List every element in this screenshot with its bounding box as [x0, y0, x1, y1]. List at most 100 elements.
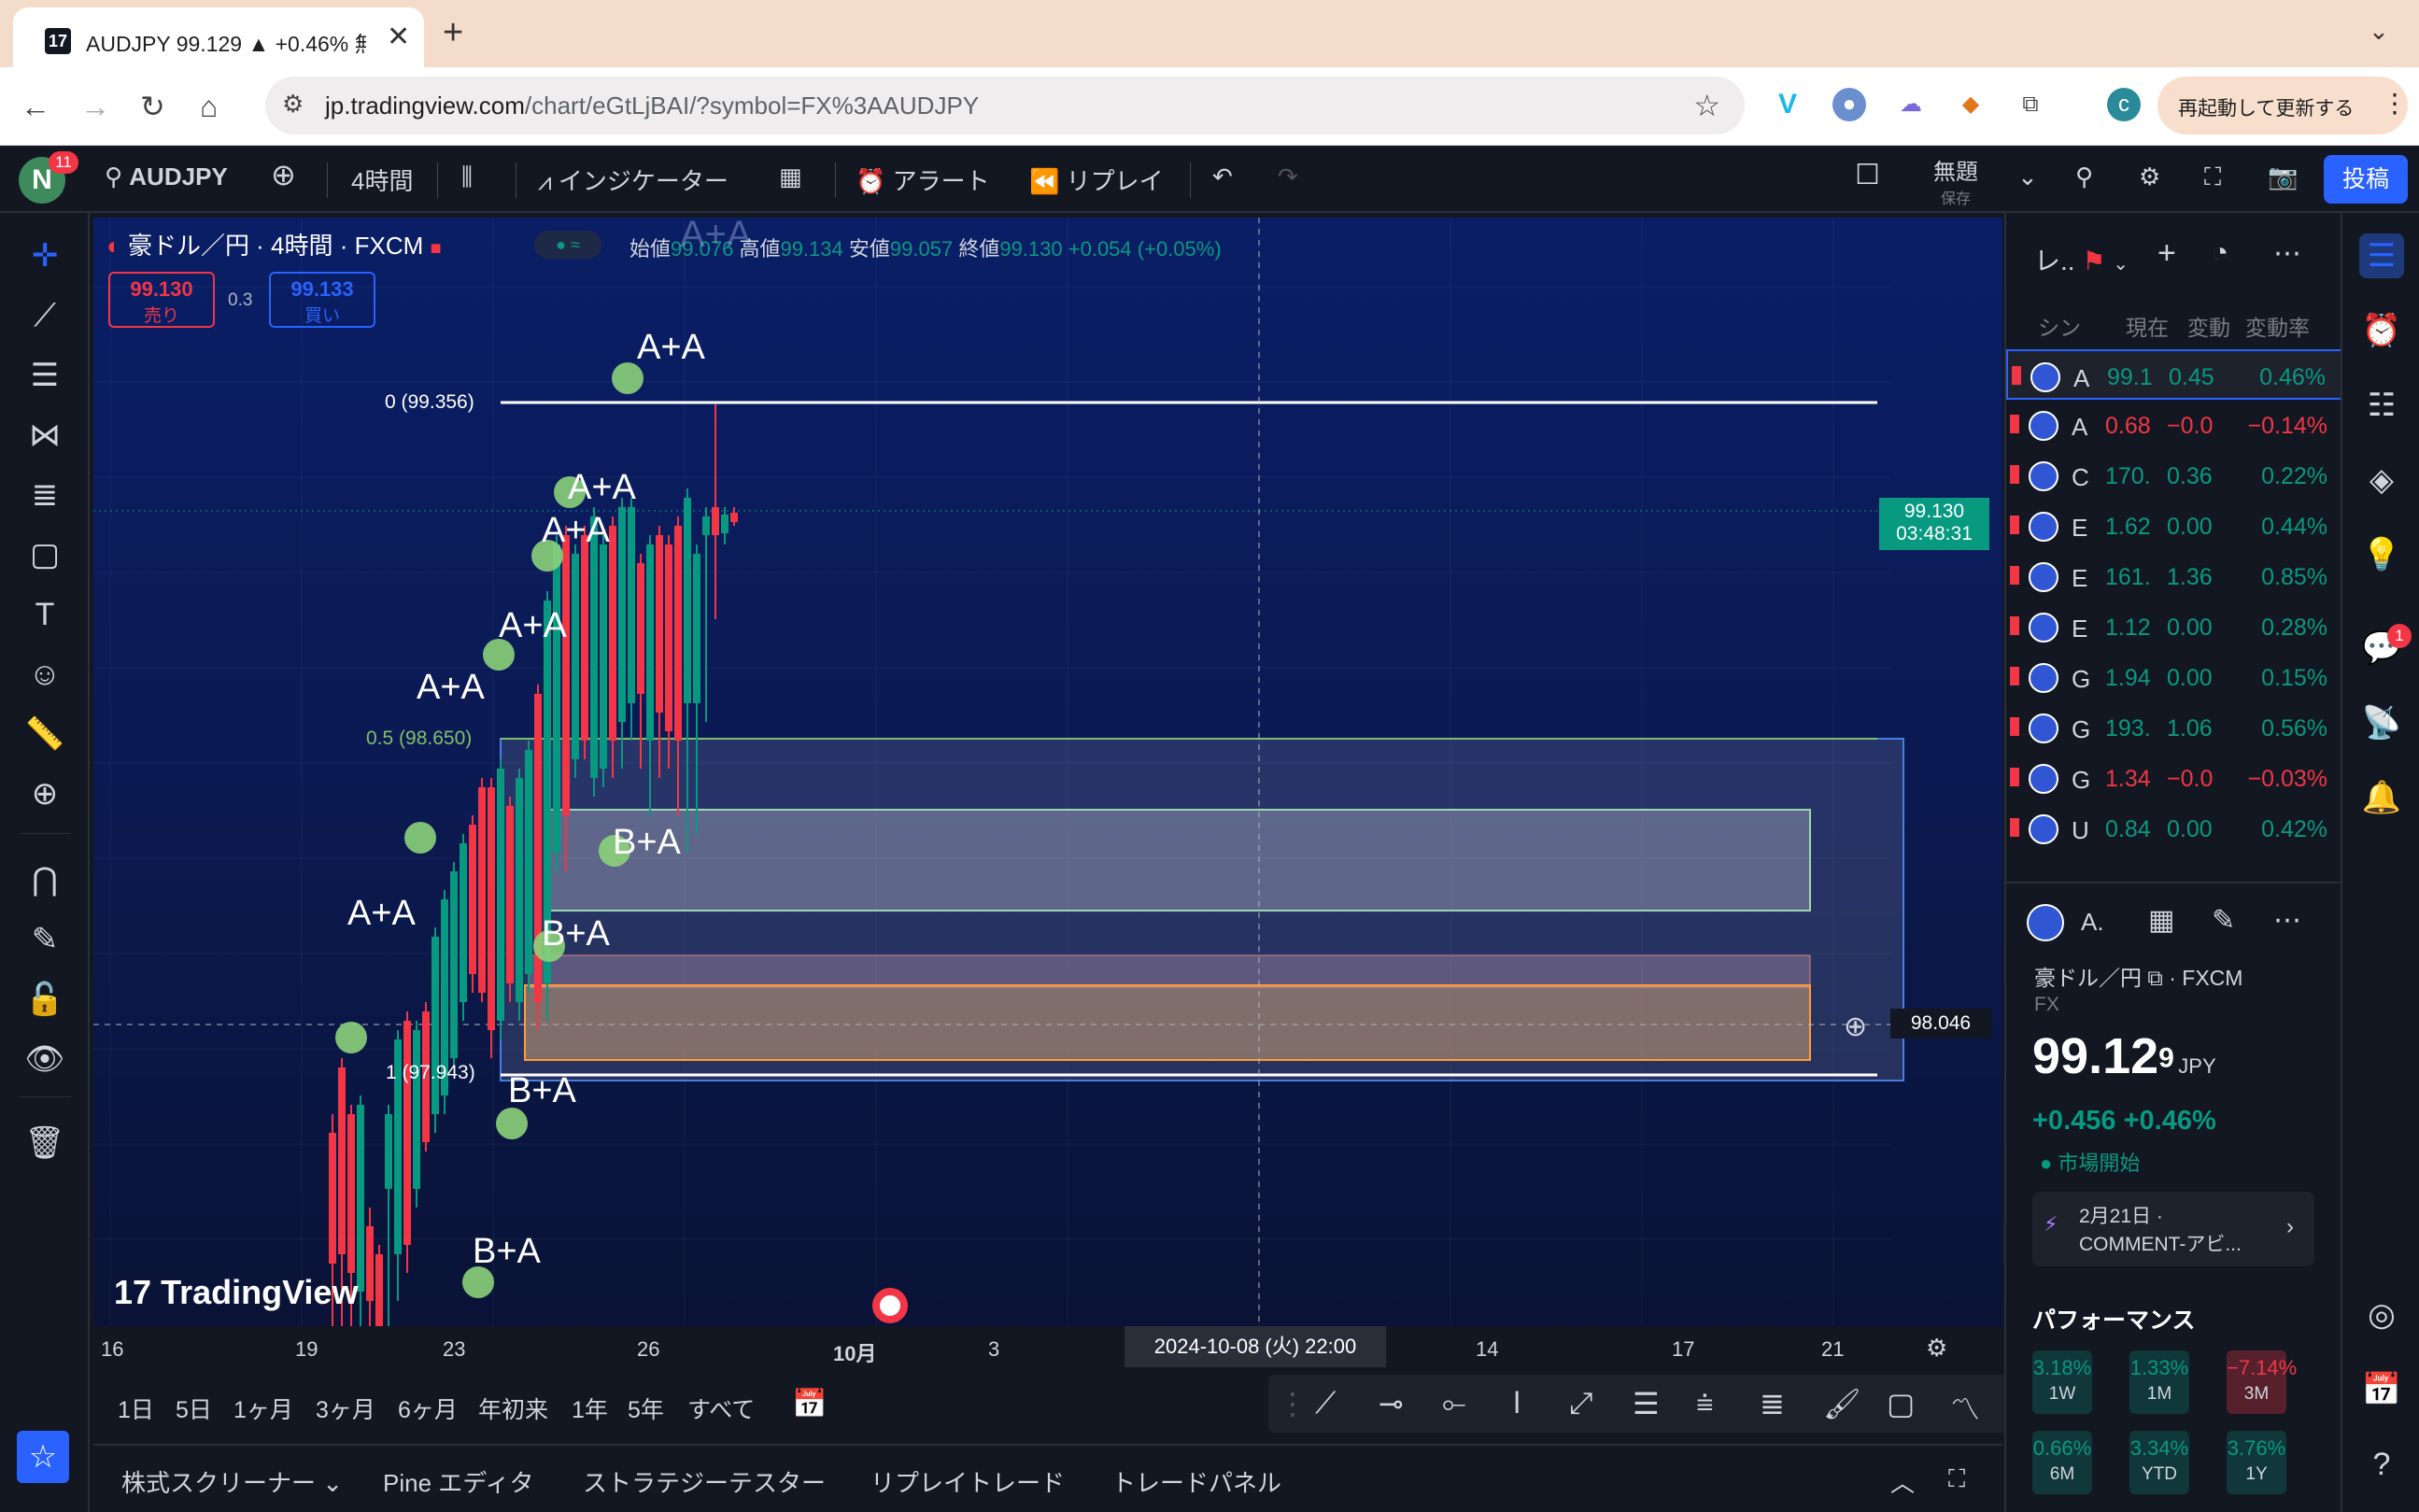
favorites-star-icon[interactable]: ☆	[17, 1431, 69, 1483]
watchlist-row[interactable]: G 1.94 0.00 0.15%	[2006, 652, 2342, 702]
fib-retracement-icon[interactable]: ≣	[22, 473, 67, 517]
range-5d[interactable]: 5日	[176, 1392, 212, 1425]
range-5y[interactable]: 5年	[628, 1392, 664, 1425]
watchlist-row[interactable]: E 1.62 0.00 0.44%	[2006, 501, 2342, 551]
tab-stock-screener[interactable]: 株式スクリーナー ⌄	[121, 1464, 343, 1499]
go-to-date-icon[interactable]: 📅	[792, 1388, 827, 1420]
bookmark-star-icon[interactable]: ☆	[1693, 88, 1720, 123]
candle-type-icon[interactable]: ⫼	[461, 163, 473, 192]
magnet-icon[interactable]: ⋂	[22, 857, 67, 902]
sell-button[interactable]: 99.130 売り	[108, 272, 215, 328]
rectangle-shape-icon[interactable]: ▢	[22, 532, 67, 577]
trash-icon[interactable]: 🗑	[22, 1121, 67, 1166]
performance-cell[interactable]: 1.33% 1M	[2129, 1350, 2189, 1414]
performance-cell[interactable]: 3.76% 1Y	[2227, 1431, 2286, 1494]
trend-line-icon[interactable]: ⟋	[22, 293, 67, 338]
metamask-extension-icon[interactable]: ◆	[1954, 88, 1988, 121]
notifications-bell-icon[interactable]: 🔔	[2359, 775, 2404, 820]
crosshair-icon[interactable]: ✛	[22, 233, 67, 278]
col-last[interactable]: 現在	[2126, 310, 2169, 342]
horizontal-line-icon[interactable]: ⟜	[1442, 1386, 1466, 1421]
watchlist-row[interactable]: A 0.68 −0.0 −0.14%	[2006, 400, 2342, 450]
range-all[interactable]: すべて	[687, 1392, 755, 1425]
maximize-panel-icon[interactable]: ⛶	[1948, 1464, 1965, 1494]
detail-symbol[interactable]: A.	[2081, 908, 2104, 937]
chart-pane[interactable]: ◐ 豪ドル／円 · 4時間 · FXCM ■ ● ≈ 始値99.076 高値99…	[93, 218, 2002, 1326]
lock-drawings-icon[interactable]: 🔓	[22, 977, 67, 1022]
back-icon[interactable]: ←	[21, 90, 50, 123]
watchlist-row[interactable]: U 0.84 0.00 0.42%	[2006, 803, 2342, 854]
interval-button[interactable]: 4時間	[351, 163, 413, 197]
streams-icon[interactable]: 📡	[2359, 700, 2404, 745]
globe-extension-icon[interactable]: ●	[1832, 88, 1866, 121]
tab-trade-panel[interactable]: トレードパネル	[1111, 1464, 1281, 1499]
performance-cell[interactable]: 3.18% 1W	[2032, 1350, 2092, 1414]
layout-square-icon[interactable]: ☐	[1855, 159, 1880, 191]
settings-gear-icon[interactable]: ⚙	[2139, 163, 2160, 191]
alert-button[interactable]: ⏰ アラート	[856, 163, 990, 197]
col-change[interactable]: 変動	[2187, 310, 2230, 342]
performance-cell[interactable]: 3.34% YTD	[2129, 1431, 2189, 1494]
range-3m[interactable]: 3ヶ月	[316, 1392, 375, 1425]
trading-panel-icon[interactable]: ◎	[2359, 1293, 2404, 1337]
reload-icon[interactable]: ↻	[140, 90, 165, 123]
col-symbol[interactable]: シン	[2038, 310, 2081, 342]
range-1d[interactable]: 1日	[118, 1392, 154, 1425]
site-settings-icon[interactable]: ⚙	[282, 90, 304, 119]
undo-icon[interactable]: ↶	[1212, 163, 1233, 191]
horizontal-ray-icon[interactable]: ⊸	[1379, 1386, 1404, 1421]
profile-avatar[interactable]: c	[2107, 88, 2141, 121]
time-scale[interactable]: 16 19 23 26 10月 3 14 17 21 2024-10-08 (火…	[93, 1326, 2002, 1375]
watchlist-title[interactable]: レ.. ⚑ ⌄	[2034, 241, 2129, 278]
layout-chevron-down-icon[interactable]: ⌄	[2017, 163, 2038, 191]
record-indicator-icon[interactable]	[872, 1288, 908, 1323]
watchlist-row[interactable]: G 1.34 −0.0 −0.03%	[2006, 753, 2342, 803]
edit-note-icon[interactable]: ✎	[2212, 904, 2235, 937]
browser-tab[interactable]: 17 AUDJPY 99.129 ▲ +0.46% 無 ✕	[13, 7, 424, 67]
symbol-search-button[interactable]: ⚲ AUDJPY	[105, 163, 228, 191]
calendar-icon[interactable]: 📅	[2359, 1367, 2404, 1412]
new-tab-icon[interactable]: +	[443, 13, 463, 53]
rectangle-icon[interactable]: ▢	[1887, 1386, 1915, 1421]
col-change-pct[interactable]: 変動率	[2245, 310, 2310, 342]
performance-cell[interactable]: 0.66% 6M	[2032, 1431, 2092, 1494]
fib-channel-icon[interactable]: ⩧	[1696, 1386, 1714, 1421]
brush-icon[interactable]: 🖌	[1823, 1386, 1861, 1421]
vimeo-extension-icon[interactable]: V	[1771, 88, 1804, 121]
path-icon[interactable]: 〽	[1950, 1386, 1980, 1429]
publish-button[interactable]: 投稿	[2324, 155, 2408, 204]
time-scale-settings-icon[interactable]: ⚙	[1926, 1334, 1947, 1363]
external-link-icon[interactable]: ⧉	[2147, 966, 2162, 990]
fib-tool-icon[interactable]: ≣	[1760, 1386, 1785, 1421]
home-icon[interactable]: ⌂	[200, 90, 218, 123]
alerts-clock-icon[interactable]: ⏰	[2359, 308, 2404, 353]
help-icon[interactable]: ?	[2359, 1442, 2404, 1487]
add-price-plus-icon[interactable]: ⊕	[1844, 1010, 1867, 1043]
layers-icon[interactable]: ◈	[2359, 458, 2404, 502]
fullscreen-icon[interactable]: ⛶	[2204, 163, 2221, 192]
drag-handle-icon[interactable]: ⋮	[1278, 1386, 1308, 1421]
more-options-icon[interactable]: ⋯	[2273, 237, 2301, 270]
emoji-icon[interactable]: ☺	[22, 652, 67, 697]
watchlist-row[interactable]: C 170. 0.36 0.22%	[2006, 450, 2342, 501]
redo-icon[interactable]: ↷	[1278, 163, 1298, 191]
forward-icon[interactable]: →	[80, 90, 110, 123]
ray-icon[interactable]: ⤢	[1569, 1386, 1593, 1421]
quick-search-icon[interactable]: ⚲	[2075, 163, 2093, 191]
extensions-puzzle-icon[interactable]: ⧉	[2014, 88, 2047, 121]
data-window-icon[interactable]: ☷	[2359, 383, 2404, 428]
price-scale[interactable]: 99.60099.40099.20099.00098.80098.60098.4…	[1890, 218, 2002, 1326]
watchlist-row[interactable]: G 193. 1.06 0.56%	[2006, 702, 2342, 753]
watchlist-icon[interactable]: ☰	[2359, 233, 2404, 278]
collapse-panel-chevron-up-icon[interactable]: ︿	[1890, 1464, 1915, 1499]
parallel-channel-icon[interactable]: ☰	[1633, 1386, 1660, 1421]
tab-strategy-tester[interactable]: ストラテジーテスター	[583, 1464, 826, 1499]
pencil-lock-icon[interactable]: ✎	[22, 917, 67, 962]
ruler-measure-icon[interactable]: 📏	[22, 712, 67, 756]
text-tool-icon[interactable]: T	[22, 592, 67, 637]
indicators-button[interactable]: ⩘ インジケーター	[538, 163, 729, 197]
buy-button[interactable]: 99.133 買い	[269, 272, 375, 328]
tab-pine-editor[interactable]: Pine エディタ	[383, 1464, 533, 1499]
templates-grid-icon[interactable]: ▦	[779, 163, 802, 191]
range-6m[interactable]: 6ヶ月	[398, 1392, 458, 1425]
